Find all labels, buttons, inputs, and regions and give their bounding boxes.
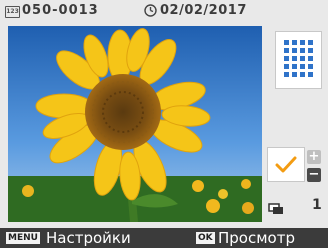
photo-preview[interactable]: [8, 26, 262, 222]
date-stamp: 02/02/2017: [160, 3, 247, 18]
grid-icon: [283, 40, 313, 77]
clock-icon: [144, 4, 157, 21]
copies-icon: [268, 200, 284, 219]
menu-key-tag: MENU: [6, 232, 40, 244]
ok-key-tag: OK: [196, 232, 215, 244]
increase-copies-button[interactable]: +: [307, 150, 321, 164]
file-number-icon: 123: [5, 6, 20, 18]
checkmark-icon: [275, 156, 297, 172]
select-checkbox[interactable]: [267, 147, 305, 182]
bottom-bar: MENU Настройки OK Просмотр: [0, 228, 328, 248]
view-button[interactable]: Просмотр: [218, 229, 295, 247]
top-bar: 123 050-0013 02/02/2017: [0, 0, 328, 22]
settings-button[interactable]: Настройки: [46, 229, 131, 247]
index-layout-button[interactable]: [275, 31, 322, 89]
decrease-copies-button[interactable]: −: [307, 168, 321, 182]
file-number: 050-0013: [22, 3, 99, 18]
copies-count: 1: [312, 197, 322, 213]
